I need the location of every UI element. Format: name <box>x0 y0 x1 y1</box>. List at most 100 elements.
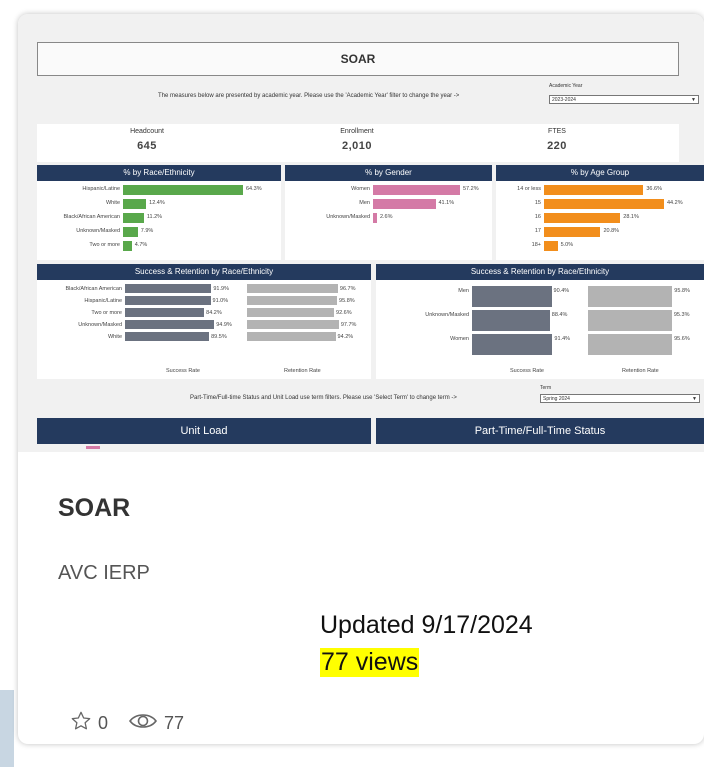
year-filter-select[interactable]: 2023-2024 ▼ <box>549 95 699 104</box>
bar-value: 2.6% <box>379 214 393 220</box>
column-label-retention: Retention Rate <box>622 368 659 374</box>
bar <box>544 213 621 223</box>
bar-label: Black/African American <box>65 286 122 292</box>
success-value: 91.0% <box>212 298 229 304</box>
bar-label: Men <box>359 200 370 206</box>
retention-value: 95.8% <box>339 298 355 304</box>
bar-label: Unknown/Masked <box>326 214 370 220</box>
retention-value: 95.3% <box>673 312 690 318</box>
success-value: 89.5% <box>211 334 227 340</box>
retention-bar <box>247 332 336 341</box>
success-bar <box>125 332 210 341</box>
bar <box>373 213 377 223</box>
chevron-down-icon: ▼ <box>692 396 697 402</box>
views-annotation: 77 views <box>320 648 420 677</box>
retention-value: 92.6% <box>336 310 352 316</box>
card-author[interactable]: AVC IERP <box>58 562 150 585</box>
bar-label: Unknown/Masked <box>425 312 469 318</box>
success-bar <box>125 320 215 329</box>
bar <box>373 199 436 209</box>
unit-load-header: Unit Load <box>37 418 371 444</box>
bar <box>373 185 460 195</box>
status-header: Part-Time/Full-Time Status <box>376 418 704 444</box>
bar-label: Women <box>450 336 469 342</box>
retention-bar <box>588 334 673 355</box>
year-note: The measures below are presented by acad… <box>158 93 460 99</box>
success-bar <box>472 286 552 307</box>
bar <box>123 185 243 195</box>
panel-title: Success & Retention by Race/Ethnicity <box>37 264 371 280</box>
panel-title: Success & Retention by Race/Ethnicity <box>376 264 704 280</box>
bar-label: Hispanic/Latine <box>84 298 122 304</box>
bar-value: 41.1% <box>438 200 455 206</box>
term-filter-value: Spring 2024 <box>543 396 570 402</box>
card-title[interactable]: SOAR <box>58 494 130 523</box>
success-value: 91.9% <box>213 286 229 292</box>
bar-value: 36.6% <box>646 186 662 192</box>
star-icon[interactable] <box>70 710 92 737</box>
bar-label: Women <box>351 186 370 192</box>
bar <box>544 199 664 209</box>
bar <box>123 241 132 251</box>
bar-value: 44.2% <box>667 200 683 206</box>
retention-value: 96.7% <box>339 286 356 292</box>
dashboard-thumbnail[interactable]: SOAR The measures below are presented by… <box>18 14 704 452</box>
bar-label: 14 or less <box>517 186 541 192</box>
kpi-value: 2,010 <box>341 140 373 152</box>
bar-label: Unknown/Masked <box>78 322 122 328</box>
term-note: Part-Time/Full-time Status and Unit Load… <box>190 395 457 401</box>
success-bar <box>472 334 553 355</box>
retention-bar <box>247 284 338 293</box>
bar-value: 4.7% <box>134 242 148 248</box>
retention-bar <box>247 320 339 329</box>
bar-value: 7.9% <box>140 228 154 234</box>
success-value: 94.9% <box>216 322 232 328</box>
dashboard-title: SOAR <box>37 42 679 76</box>
bar-value: 64.3% <box>246 186 262 192</box>
year-filter-label: Academic Year <box>549 83 583 89</box>
card-stats: 0 77 <box>70 710 184 737</box>
success-bar <box>472 310 550 331</box>
bar-label: White <box>105 200 120 206</box>
race-ethnicity-panel: % by Race/Ethnicity Hispanic/Latine 64.3%… <box>37 165 281 260</box>
kpi-enrollment: Enrollment 2,010 <box>277 124 437 152</box>
chevron-down-icon: ▼ <box>691 97 696 103</box>
term-filter-select[interactable]: Spring 2024 ▼ <box>540 394 700 403</box>
bar-value: 28.1% <box>623 214 639 220</box>
panel-title: % by Age Group <box>496 165 704 181</box>
bar <box>123 213 144 223</box>
bar-label: 16 <box>534 214 541 220</box>
retention-bar <box>588 310 672 331</box>
bar-value: 20.8% <box>603 228 620 234</box>
retention-value: 95.8% <box>674 288 690 294</box>
retention-value: 94.2% <box>337 334 354 340</box>
panel-title: % by Gender <box>285 165 492 181</box>
kpi-headcount: Headcount 645 <box>67 124 227 152</box>
success-value: 88.4% <box>551 312 568 318</box>
bar-value: 57.2% <box>463 186 479 192</box>
updated-annotation: Updated 9/17/2024 <box>320 611 533 639</box>
bar-label: Two or more <box>89 242 120 248</box>
bar-label: Two or more <box>91 310 122 316</box>
column-label-success: Success Rate <box>510 368 544 374</box>
kpi-label: FTES <box>548 128 566 135</box>
bar <box>123 227 138 237</box>
kpi-label: Enrollment <box>340 128 374 135</box>
year-filter-value: 2023-2024 <box>552 97 576 103</box>
success-value: 91.4% <box>554 336 571 342</box>
success-retention-race-panel: Success & Retention by Race/Ethnicity Bl… <box>37 264 371 379</box>
success-bar <box>125 296 211 305</box>
bar <box>544 185 644 195</box>
bar-label: Hispanic/Latine <box>82 186 120 192</box>
bar-label: Men <box>458 288 469 294</box>
kpi-strip: Headcount 645 Enrollment 2,010 FTES 220 <box>37 124 679 162</box>
success-value: 90.4% <box>553 288 570 294</box>
bar-value: 5.0% <box>560 242 574 248</box>
bar-label: 17 <box>534 228 541 234</box>
partial-link-text: ▬ ▬ ▬ <box>318 757 383 767</box>
kpi-value: 645 <box>137 140 157 152</box>
term-filter-label: Term <box>540 385 552 391</box>
column-label-retention: Retention Rate <box>284 368 321 374</box>
retention-bar <box>247 308 335 317</box>
bar-label: White <box>107 334 122 340</box>
